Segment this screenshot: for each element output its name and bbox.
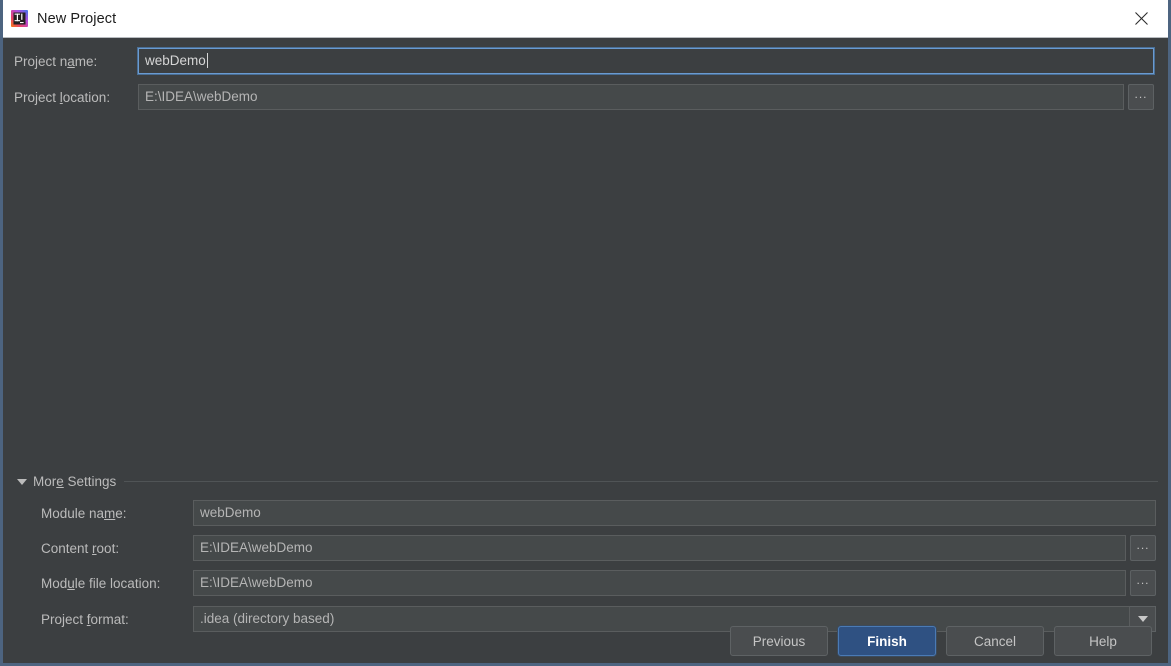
text-caret (206, 53, 208, 68)
content-root-label: Content root: (41, 540, 120, 556)
window-title: New Project (37, 10, 117, 27)
intellij-idea-icon (11, 10, 28, 27)
module-name-input[interactable]: webDemo (193, 500, 1156, 526)
module-file-location-row: Module file location: E:\IDEA\webDemo ..… (41, 570, 1158, 596)
title-bar: New Project (3, 0, 1168, 38)
module-name-row: Module name: webDemo (41, 500, 1158, 526)
dialog-button-bar: Previous Finish Cancel Help (3, 626, 1168, 656)
module-file-location-input[interactable]: E:\IDEA\webDemo (193, 570, 1126, 596)
content-root-row: Content root: E:\IDEA\webDemo ... (41, 535, 1158, 561)
more-settings-separator (124, 481, 1158, 482)
module-file-location-browse-button[interactable]: ... (1130, 570, 1156, 596)
project-location-input[interactable]: E:\IDEA\webDemo (138, 84, 1124, 110)
previous-button[interactable]: Previous (730, 626, 828, 656)
content-root-browse-button[interactable]: ... (1130, 535, 1156, 561)
project-name-row: Project name: webDemo (14, 47, 1158, 75)
more-settings-label: More Settings (33, 474, 117, 489)
project-name-input[interactable]: webDemo (137, 47, 1155, 75)
new-project-dialog: New Project Project name: webDemo Projec… (0, 0, 1171, 666)
finish-button[interactable]: Finish (838, 626, 936, 656)
project-location-browse-button[interactable]: ... (1128, 84, 1154, 110)
triangle-down-icon (17, 478, 27, 485)
project-location-row: Project location: E:\IDEA\webDemo ... (14, 84, 1158, 110)
dialog-body: Project name: webDemo Project location: … (3, 38, 1168, 663)
project-format-label: Project format: (41, 611, 129, 627)
chevron-down-icon (1137, 616, 1148, 622)
project-location-label: Project location: (14, 89, 111, 105)
close-icon[interactable] (1119, 0, 1163, 37)
module-name-label: Module name: (41, 505, 127, 521)
module-file-location-label: Module file location: (41, 575, 161, 591)
project-name-label: Project name: (14, 53, 98, 69)
more-settings-header[interactable]: More Settings (17, 474, 1158, 489)
content-root-input[interactable]: E:\IDEA\webDemo (193, 535, 1126, 561)
cancel-button[interactable]: Cancel (946, 626, 1044, 656)
help-button[interactable]: Help (1054, 626, 1152, 656)
